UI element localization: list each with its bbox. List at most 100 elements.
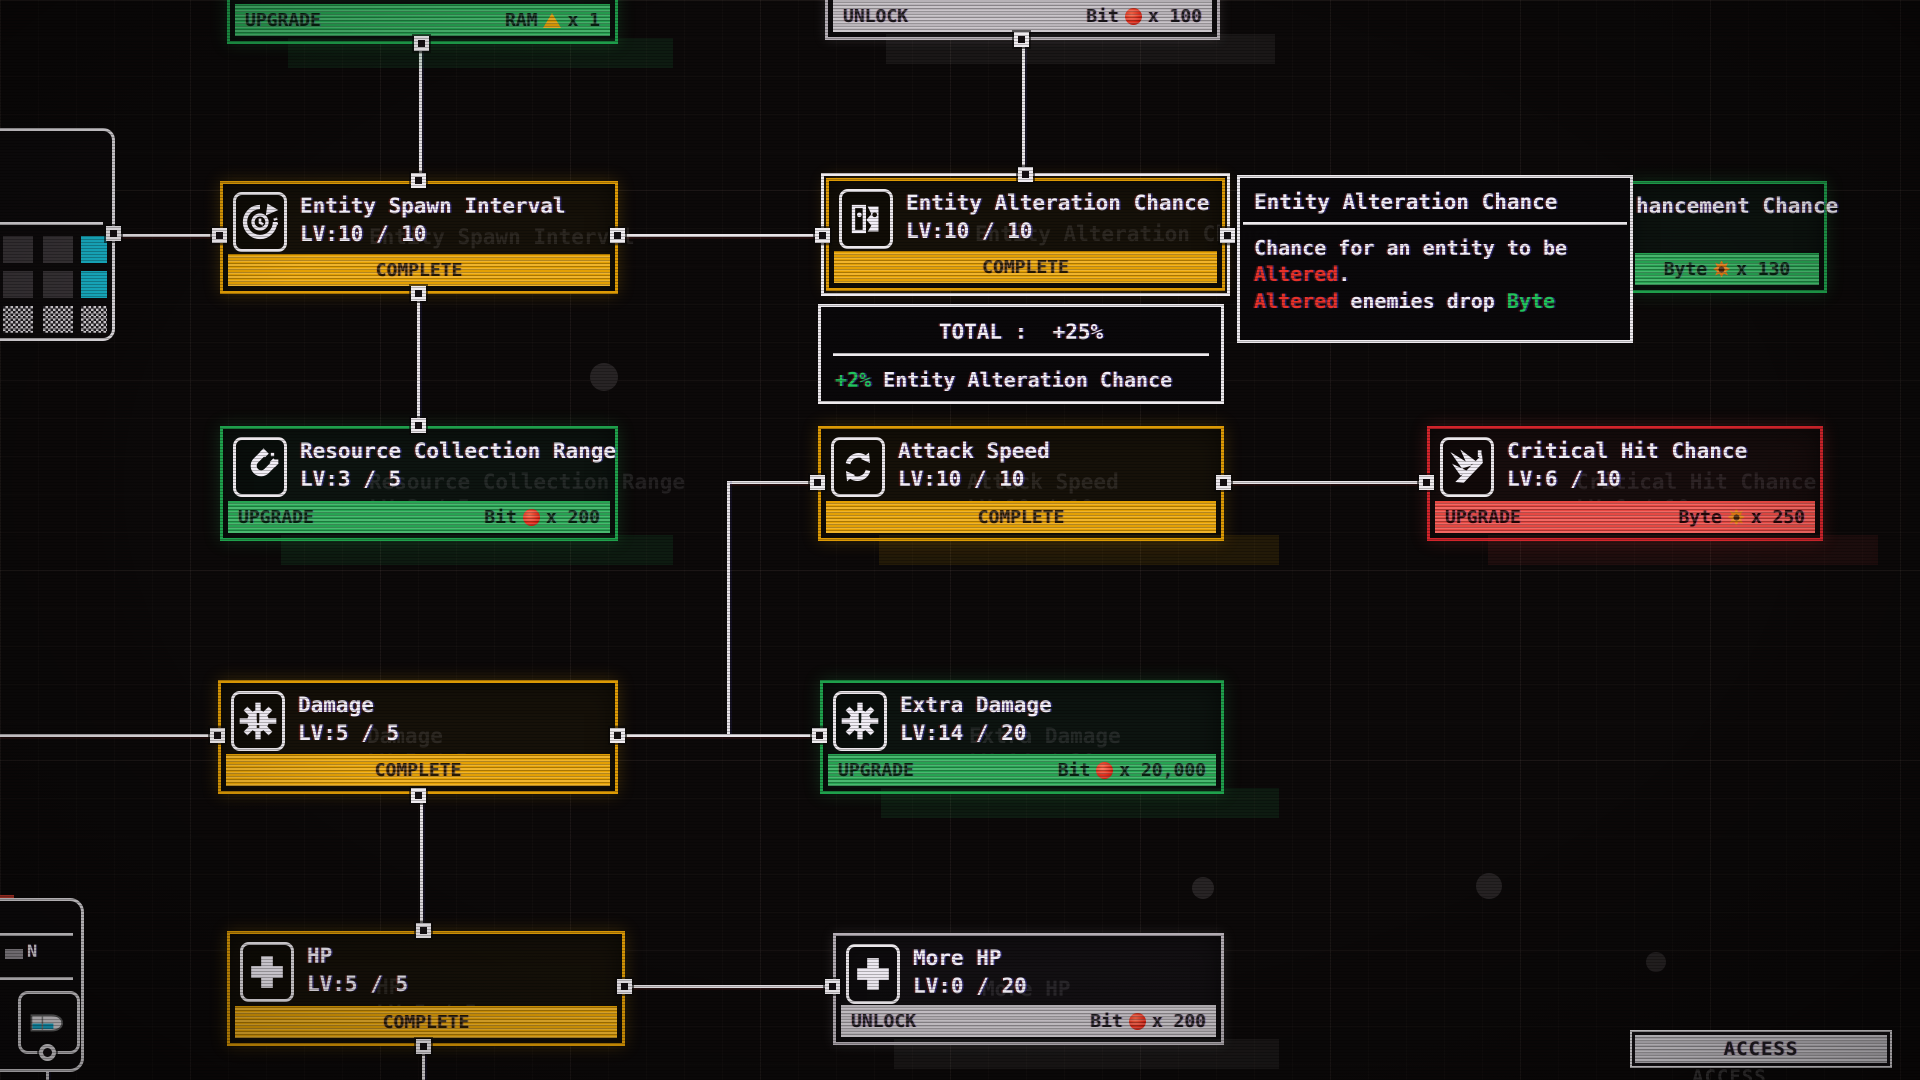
decor-dot xyxy=(590,363,618,391)
skill-node-hp[interactable]: HPLV:5 / 5 HP LV:5 / 5 COMPLETE xyxy=(227,931,625,1046)
node-title: Entity Spawn Interval xyxy=(300,194,566,218)
left-device-panel xyxy=(0,128,115,341)
decor-dot xyxy=(1476,873,1502,899)
node-connector xyxy=(414,36,429,51)
panel-cell xyxy=(3,271,33,298)
skill-node-resource-collection-range[interactable]: Resource Collection RangeLV:3 / 5 Resour… xyxy=(220,426,618,541)
tooltip-title: Entity Alteration Chance xyxy=(1240,178,1630,222)
node-connector xyxy=(1419,475,1434,490)
node-level: LV:14 / 20 xyxy=(900,721,1052,745)
decor-dot xyxy=(1192,877,1214,899)
node-connector xyxy=(1014,32,1029,47)
upgrade-bar[interactable]: Byte x 130 xyxy=(1635,253,1819,285)
panel-cell-static xyxy=(3,306,33,333)
node-level: LV:3 / 5 xyxy=(300,467,616,491)
node-connector xyxy=(411,788,426,803)
byte-currency-icon xyxy=(1728,509,1745,526)
panel-cell xyxy=(3,236,33,263)
connector-line xyxy=(114,234,220,237)
node-connector xyxy=(212,228,227,243)
node-connector xyxy=(1018,167,1033,182)
svg-text:!: ! xyxy=(252,709,264,733)
node-level: LV:10 / 10 xyxy=(898,467,1050,491)
node-title: Damage xyxy=(298,693,399,717)
node-level: LV:6 / 10 xyxy=(1507,467,1747,491)
decor-dot xyxy=(1646,952,1666,972)
skill-node-entity-alteration-chance[interactable]: Entity Alteration ChanceLV:10 / 10 Entit… xyxy=(826,178,1225,291)
node-connector xyxy=(1220,228,1235,243)
node-connector xyxy=(812,728,827,743)
skill-node-critical-hit-chance[interactable]: Critical Hit ChanceLV:6 / 10 Critical Hi… xyxy=(1427,426,1823,541)
panel-cell xyxy=(43,236,73,263)
upgrade-bar[interactable]: UPGRADE Byte x 250 xyxy=(1435,501,1815,533)
connector-line xyxy=(618,734,820,737)
node-title: Critical Hit Chance xyxy=(1507,439,1747,463)
node-title: More HP xyxy=(913,946,1027,970)
complete-bar: COMPLETE xyxy=(826,501,1216,533)
upgrade-bar[interactable]: UPGRADE Bit x 20,000 xyxy=(828,754,1216,786)
bullet-icon xyxy=(27,1012,71,1034)
bit-currency-icon xyxy=(1129,1013,1146,1030)
access-button[interactable]: ACCESS xyxy=(1630,1030,1892,1068)
magnet-icon xyxy=(233,437,287,497)
ram-currency-icon xyxy=(543,13,561,28)
hp-cross-icon xyxy=(846,944,900,1004)
critical-slash-icon xyxy=(1440,437,1494,497)
panel-cell-active xyxy=(81,271,107,298)
panel-cell-static xyxy=(81,306,107,333)
panel-cell-static xyxy=(43,306,73,333)
node-connector xyxy=(210,728,225,743)
total-panel: TOTAL : +25% +2% Entity Alteration Chanc… xyxy=(818,304,1224,404)
node-title: Resource Collection Range xyxy=(300,439,616,463)
damage-gear-icon: ! xyxy=(833,691,887,751)
panel-cell-active xyxy=(81,236,107,263)
node-connector xyxy=(411,418,426,433)
bit-currency-icon xyxy=(1125,8,1142,25)
attack-speed-cycle-icon xyxy=(831,437,885,497)
access-ghost-text: ACCESS xyxy=(1692,1066,1767,1080)
upgrade-bar[interactable]: UPGRADE Bit x 200 xyxy=(228,501,610,533)
connector-line xyxy=(419,44,422,181)
skill-node-extra-damage[interactable]: Extra DamageLV:14 / 20 ! Extra Damage LV… xyxy=(820,680,1224,794)
node-title: hancement Chance xyxy=(1636,194,1838,218)
unlock-bar[interactable]: UNLOCK Bit x 200 xyxy=(841,1005,1216,1037)
skill-node-entity-spawn-interval[interactable]: Entity Spawn IntervalLV:10 / 10 Entity S… xyxy=(220,181,618,294)
skill-node-enhancement-chance[interactable]: hancement Chance Byte x 130 xyxy=(1630,181,1827,293)
upgrade-bar[interactable]: UPGRADE RAM x 1 xyxy=(235,4,610,36)
node-title: Entity Alteration Chance xyxy=(906,191,1209,215)
alteration-mask-icon xyxy=(839,189,893,249)
node-connector xyxy=(610,728,625,743)
connector-line xyxy=(417,294,420,426)
skill-node-damage[interactable]: DamageLV:5 / 5 ! Damage LV:5 / 5 COMPLET… xyxy=(218,680,618,794)
node-connector xyxy=(810,475,825,490)
node-connector xyxy=(411,173,426,188)
complete-bar: COMPLETE xyxy=(228,254,610,286)
connector-line xyxy=(420,796,423,931)
node-connector xyxy=(411,286,426,301)
node-title: HP xyxy=(307,944,408,968)
node-connector xyxy=(416,923,431,938)
connector-line xyxy=(728,481,818,484)
complete-bar: COMPLETE xyxy=(235,1006,617,1038)
hp-cross-icon xyxy=(240,942,294,1002)
byte-currency-icon xyxy=(1713,261,1730,278)
skill-node-attack-speed[interactable]: Attack SpeedLV:10 / 10 Attack Speed LV:1… xyxy=(818,426,1224,541)
connector-line xyxy=(727,481,730,737)
node-title: Extra Damage xyxy=(900,693,1052,717)
complete-bar: COMPLETE xyxy=(226,754,610,786)
tooltip-panel: Entity Alteration Chance Chance for an e… xyxy=(1237,175,1633,343)
node-level: LV:10 / 10 xyxy=(300,222,566,246)
node-level: LV:5 / 5 xyxy=(298,721,399,745)
damage-gear-icon: ! xyxy=(231,691,285,751)
connector-line xyxy=(618,234,823,237)
connector-line xyxy=(1224,481,1427,484)
bit-currency-icon xyxy=(523,509,540,526)
skill-node-more-hp[interactable]: More HPLV:0 / 20 More HP LV:0 / 20 UNLOC… xyxy=(833,933,1224,1045)
connector-line xyxy=(1022,40,1025,175)
node-level: LV:0 / 20 xyxy=(913,974,1027,998)
panel-cell xyxy=(43,271,73,298)
svg-text:!: ! xyxy=(854,709,866,733)
unlock-bar[interactable]: UNLOCK Bit x 100 xyxy=(833,0,1212,32)
skill-tree-canvas[interactable]: UPGRADE RAM x 1 UNLOCK Bit x 100 Entity … xyxy=(0,0,1920,1080)
bonus-line: +2% Entity Alteration Chance xyxy=(821,356,1221,404)
